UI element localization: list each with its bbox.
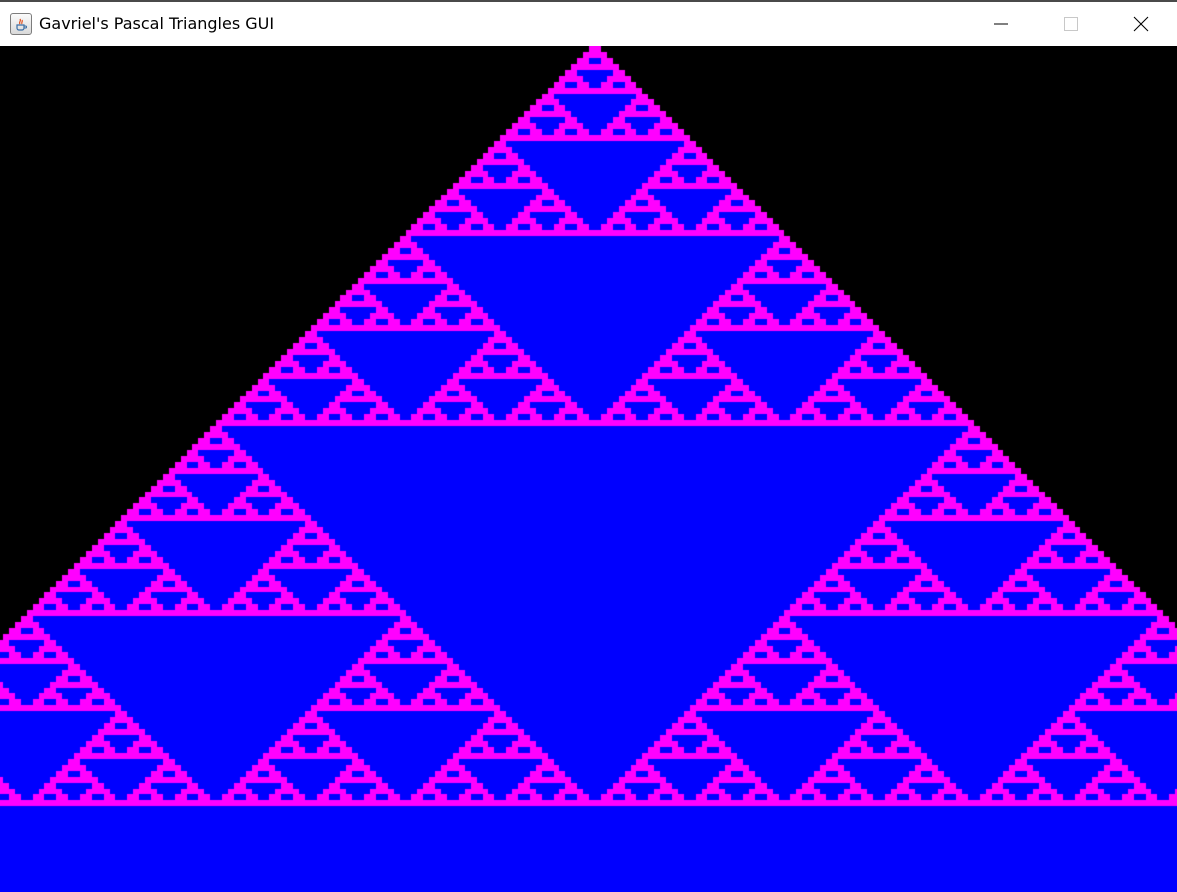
maximize-icon — [1064, 17, 1078, 31]
drawing-panel — [0, 46, 1177, 892]
window-title: Gavriel's Pascal Triangles GUI — [39, 14, 275, 33]
app-window: Gavriel's Pascal Triangles GUI — [0, 0, 1177, 892]
close-icon — [1133, 16, 1149, 32]
maximize-button[interactable] — [1036, 2, 1106, 46]
minimize-button[interactable] — [966, 2, 1036, 46]
title-bar[interactable]: Gavriel's Pascal Triangles GUI — [0, 2, 1177, 46]
close-button[interactable] — [1106, 2, 1176, 46]
java-icon[interactable] — [10, 13, 32, 35]
minimize-icon — [994, 23, 1008, 25]
pascal-triangle-canvas — [0, 46, 1177, 892]
